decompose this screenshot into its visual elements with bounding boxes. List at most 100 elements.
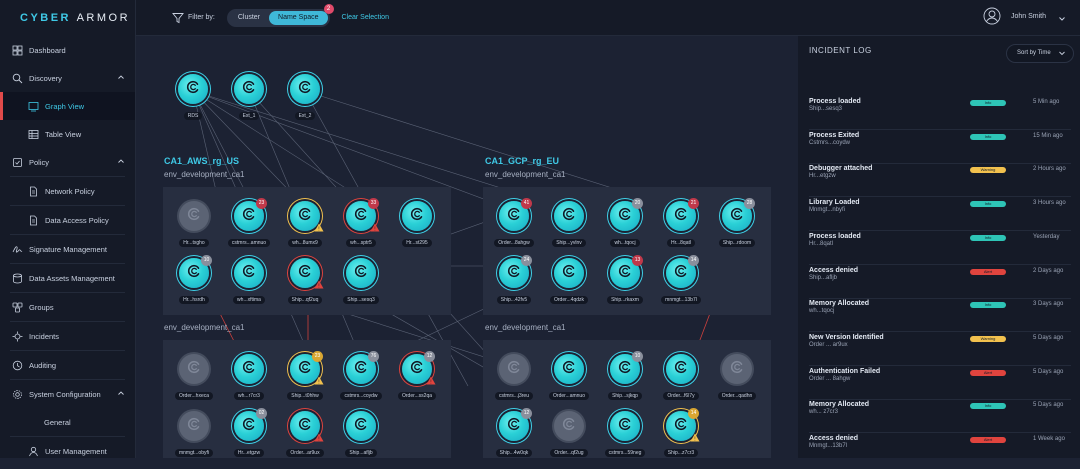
node-circle (666, 354, 696, 384)
sidebar-item-groups[interactable]: Groups (0, 293, 135, 321)
workload-node[interactable]: cstmrs...59neg (602, 411, 648, 458)
workload-node[interactable]: Order...f6l7y (658, 354, 704, 402)
graph-canvas[interactable]: RDS Ext_1 Ext_2 CA1_AWS_rg_US env_developmen… (136, 36, 798, 458)
filter-option-namespace[interactable]: Name Space (269, 10, 328, 25)
namespace-title[interactable]: env_development_ca1 (164, 170, 245, 179)
workload-node[interactable]: wh...r7cr3 (226, 354, 272, 402)
workload-node[interactable]: Ext_2 (282, 74, 328, 122)
workload-node[interactable]: 14 mnmgt...13b7l (658, 255, 704, 306)
sidebar-item-auditing[interactable]: Auditing (0, 351, 135, 379)
workload-node[interactable]: ! Ship...qf2uq (282, 258, 328, 306)
sidebar-item-network-policy[interactable]: Network Policy (0, 177, 135, 205)
workload-node[interactable]: 12! Order...ss2qa (394, 351, 440, 402)
workload-node[interactable]: Order...amnuo (546, 354, 592, 402)
workload-node[interactable]: 13 Ship...rkaxm (602, 255, 648, 306)
clear-selection-link[interactable]: Clear Selection (342, 14, 389, 21)
severity-badge: Info (970, 234, 1006, 241)
incident-row[interactable]: Debugger attached Hr...etgzw Warning 2 Hour… (809, 165, 1071, 199)
sidebar-item-system-configuration[interactable]: System Configuration (0, 380, 135, 408)
workload-node[interactable]: 20 wh...tqocj (602, 198, 648, 249)
workload-node[interactable]: Hr...txgho (171, 201, 217, 249)
alert-count-badge: 13 (632, 255, 643, 266)
sidebar-item-data-access-policy[interactable]: Data Access Policy (0, 206, 135, 234)
workload-node[interactable]: 23 cstmrs...amnuo (226, 198, 272, 249)
workload-node[interactable]: 10 Ship...sjkqp (602, 351, 648, 402)
workload-node[interactable]: Ext_1 (226, 74, 272, 122)
sidebar-item-graph-view[interactable]: Graph View (0, 92, 135, 120)
workload-node[interactable]: RDS (170, 74, 216, 122)
cluster-title[interactable]: CA1_AWS_rg_US (164, 156, 239, 166)
incident-row[interactable]: Authentication Failed Order ... 8ahgw Aler… (809, 368, 1071, 402)
search-icon (11, 72, 23, 84)
incident-title: Memory Allocated (809, 300, 870, 308)
node-circle (402, 201, 432, 231)
chevron-up-icon[interactable] (117, 73, 125, 81)
workload-node[interactable]: Order...qadhn (714, 354, 760, 402)
workload-node[interactable]: wh...xftima (226, 258, 272, 306)
warning-icon: ! (690, 433, 700, 442)
workload-node[interactable]: 02 Hr...etgzw (226, 408, 272, 458)
namespace-title[interactable]: env_development_ca1 (164, 323, 245, 332)
workload-node[interactable]: Order...hxeca (171, 354, 217, 402)
sidebar-item-dashboard[interactable]: Dashboard (0, 36, 135, 64)
sidebar-item-signature-management[interactable]: Signature Management (0, 235, 135, 263)
workload-node[interactable]: 21 Hr...8qatl (658, 198, 704, 249)
workload-node[interactable]: 41 Order...8ahgw (491, 198, 537, 249)
cluster-title[interactable]: CA1_GCP_rg_EU (485, 156, 559, 166)
workload-node[interactable]: Hr...st295 (394, 201, 440, 249)
sidebar-item-incidents[interactable]: Incidents (0, 322, 135, 350)
workload-node[interactable]: 76 cstmrs...coydw (338, 351, 384, 402)
incident-row[interactable]: Access denied Mnmgt...13b7l Alert 1 Week ag… (809, 435, 1071, 469)
sidebar-item-general[interactable]: General (0, 408, 135, 436)
sidebar-item-data-assets-management[interactable]: Data Assets Management (0, 264, 135, 292)
workload-node[interactable]: 28 Ship...rdoom (714, 198, 760, 249)
workload-node[interactable]: 24 Ship...42fv5 (491, 255, 537, 306)
incident-source: Hr...8qatl (809, 240, 834, 247)
workload-node[interactable]: ! Order...ar9ux (282, 411, 328, 458)
workload-node[interactable]: Order...4qdzk (546, 258, 592, 306)
incident-row[interactable]: Library Loaded Mnmgt...nbyfi Info 3 Hours a… (809, 199, 1071, 233)
sidebar-item-table-view[interactable]: Table View (0, 120, 135, 148)
workload-node[interactable]: mnmgt...obyfi (171, 411, 217, 458)
alert-count-badge: 23 (256, 198, 267, 209)
workload-node[interactable]: Order...qf2ug (546, 411, 592, 458)
incident-row[interactable]: Process Exited Cstmrs...coydw Info 15 Min a… (809, 132, 1071, 166)
filter-icon[interactable] (172, 12, 184, 24)
node-circle (610, 411, 640, 441)
user-menu[interactable]: John Smith (983, 7, 1065, 25)
incident-row[interactable]: Process loaded Hr...8qatl Info Yesterday (809, 233, 1071, 267)
workload-node[interactable]: cstmrs...j3reu (491, 354, 537, 402)
incident-row[interactable]: Process loaded Ship...sesq3 Info 5 Min ago (809, 98, 1071, 132)
workload-node[interactable]: 23! Ship...t0hhw (282, 351, 328, 402)
filter-segmented-control[interactable]: Cluster Name Space 2 (226, 3, 334, 27)
namespace-title[interactable]: env_development_ca1 (485, 323, 566, 332)
sidebar-item-discovery[interactable]: Discovery (0, 64, 135, 92)
incident-source: Hr...etgzw (809, 173, 836, 180)
sidebar-item-user-management[interactable]: User Management (0, 437, 135, 465)
sidebar-item-policy[interactable]: Policy (0, 148, 135, 176)
filter-option-cluster[interactable]: Cluster (229, 11, 269, 25)
incident-row[interactable]: Memory Allocated wh...tqocj Info 3 Days ago (809, 300, 1071, 334)
namespace-title[interactable]: env_development_ca1 (485, 170, 566, 179)
workload-node[interactable]: ! wh...8umx9 (282, 201, 328, 249)
workload-node[interactable]: 10 Hr...hsrdh (171, 255, 217, 306)
workload-node[interactable]: Ship...yvlnv (546, 201, 592, 249)
workload-node[interactable]: 12 Ship...4w0qk (491, 408, 537, 458)
logo[interactable]: CYBER ARMOR (0, 0, 135, 36)
incident-row[interactable]: New Version Identified Order ... ar9ux War… (809, 334, 1071, 368)
node-label: Ship...42fv5 (496, 296, 532, 304)
chevron-up-icon[interactable] (117, 389, 125, 397)
logo-cyber: CYBER (20, 12, 72, 24)
workload-node[interactable]: Ship...sesq3 (338, 258, 384, 306)
chevron-up-icon[interactable] (117, 157, 125, 165)
sort-dropdown[interactable]: Sort by Time (1006, 44, 1074, 63)
incident-row[interactable]: Access denied Ship...afljb Alert 2 Days ago (809, 267, 1071, 301)
workload-node[interactable]: 33! wh...sptr5 (338, 198, 384, 249)
incident-row[interactable]: Memory Allocated wh... z7cr3 Info 5 Days ag… (809, 401, 1071, 435)
alert-icon: ! (370, 223, 380, 232)
workload-node[interactable]: Ship...afljb (338, 411, 384, 458)
svg-text:!: ! (318, 437, 319, 442)
workload-icon (297, 263, 313, 284)
workload-icon (506, 416, 522, 437)
workload-node[interactable]: 14! Ship...z7cr3 (658, 408, 704, 458)
